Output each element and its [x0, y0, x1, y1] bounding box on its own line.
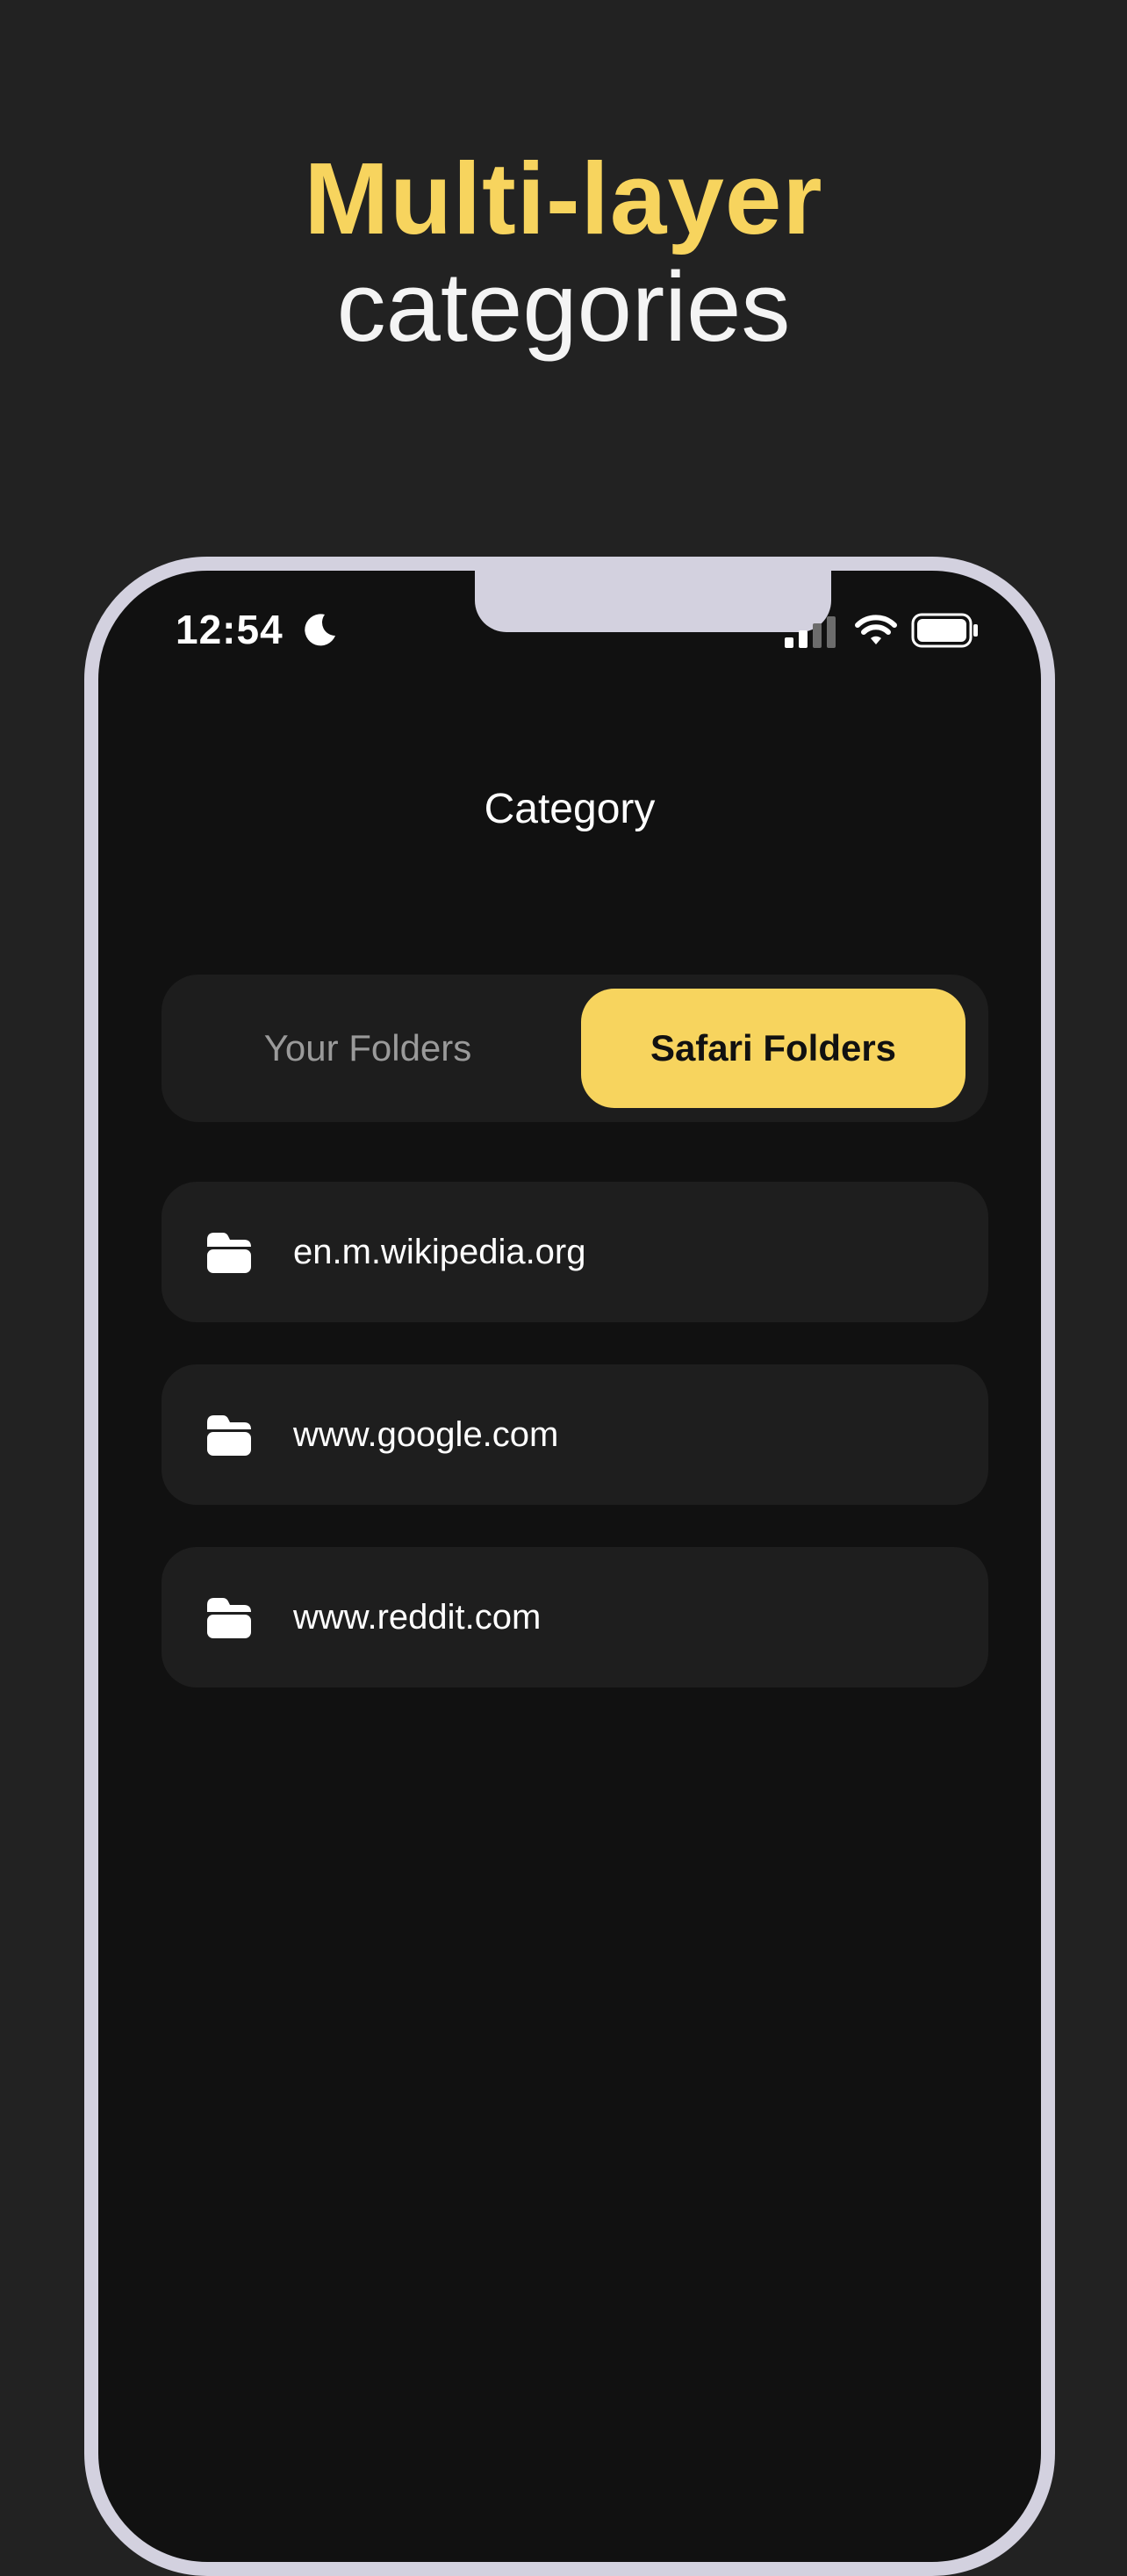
moon-icon	[305, 614, 335, 646]
promo-headline: Multi-layer categories	[0, 140, 1127, 362]
tab-safari-folders[interactable]: Safari Folders	[581, 989, 965, 1108]
headline-main: categories	[336, 252, 791, 362]
wifi-icon	[855, 615, 897, 644]
folder-icon	[207, 1598, 251, 1638]
folder-item-reddit[interactable]: www.reddit.com	[162, 1547, 988, 1687]
cellular-signal-icon	[785, 616, 836, 648]
phone-notch	[475, 571, 831, 632]
folder-label: www.google.com	[293, 1415, 559, 1454]
folder-item-wikipedia[interactable]: en.m.wikipedia.org	[162, 1182, 988, 1322]
headline-accent: Multi-layer	[304, 141, 823, 255]
folder-source-segmented-control: Your Folders Safari Folders	[162, 975, 988, 1122]
battery-icon	[911, 613, 978, 648]
folder-icon	[207, 1415, 251, 1456]
folder-label: www.reddit.com	[293, 1598, 542, 1637]
phone-frame: 12:54 Category Your Folders Safari Folde…	[84, 557, 1055, 2576]
tab-your-folders[interactable]: Your Folders	[176, 989, 560, 1108]
folder-label: en.m.wikipedia.org	[293, 1233, 586, 1271]
folder-icon	[207, 1233, 251, 1273]
status-time: 12:54	[176, 607, 284, 652]
folder-item-google[interactable]: www.google.com	[162, 1364, 988, 1505]
folder-list: en.m.wikipedia.org www.google.com www.re…	[162, 1182, 988, 1730]
screen-title: Category	[484, 786, 656, 832]
